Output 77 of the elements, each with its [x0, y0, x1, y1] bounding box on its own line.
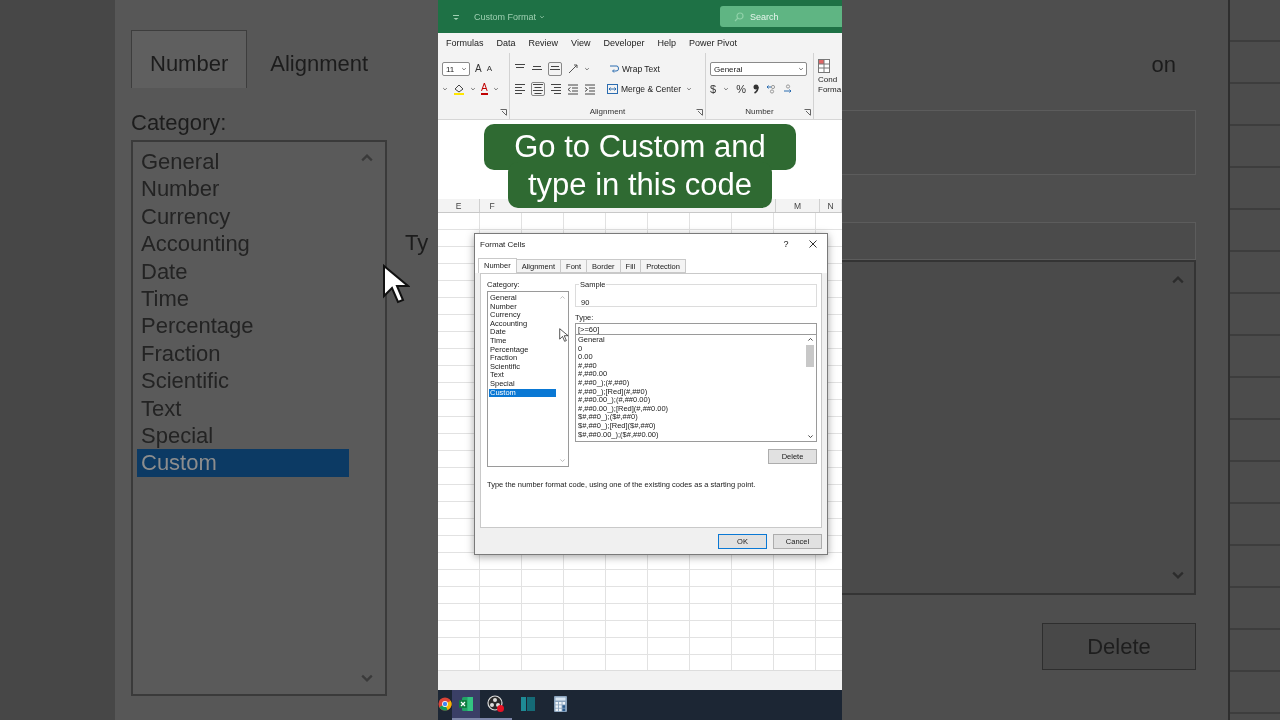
column-header[interactable]: E: [438, 199, 480, 212]
dialog-title: Format Cells: [480, 239, 527, 249]
category-item: Number: [140, 175, 221, 203]
menu-tab[interactable]: View: [571, 38, 591, 48]
font-color-button[interactable]: A: [481, 83, 488, 95]
tab-label: Alignment: [269, 50, 370, 78]
category-item: Percentage: [140, 312, 255, 340]
caret-icon: [723, 86, 730, 92]
document-title[interactable]: Custom Format: [474, 11, 545, 22]
number-format-field[interactable]: General: [710, 62, 807, 76]
conditional-format-icon[interactable]: [818, 59, 830, 73]
category-item: Custom: [137, 449, 349, 477]
category-label: Category:: [131, 110, 228, 136]
scroll-down-icon[interactable]: [806, 433, 814, 440]
group-label: Number: [745, 107, 774, 116]
caret-icon: [442, 86, 448, 92]
quick-access-icon[interactable]: [452, 12, 460, 21]
menu-tab[interactable]: Developer: [603, 38, 645, 48]
align-center-icon[interactable]: [532, 83, 544, 95]
caret-icon: [584, 66, 590, 72]
menu-tab[interactable]: Help: [657, 38, 676, 48]
currency-button[interactable]: $: [710, 83, 717, 95]
comma-style-icon[interactable]: [752, 84, 759, 94]
conditional-format-label[interactable]: Cond Forma: [818, 75, 842, 95]
type-label: Ty: [405, 230, 429, 256]
category-item: Date: [140, 257, 189, 286]
align-left-icon[interactable]: [514, 83, 526, 95]
caret-icon: [539, 13, 545, 20]
caret-icon: [686, 86, 692, 92]
fill-color-icon[interactable]: [453, 83, 465, 95]
shrink-font-button[interactable]: A: [486, 65, 492, 73]
pointer-icon: [559, 328, 569, 342]
column-header[interactable]: M: [776, 199, 820, 212]
category-item: Accounting: [140, 230, 251, 258]
decrease-indent-icon[interactable]: [567, 83, 579, 95]
browser-icon[interactable]: [438, 696, 452, 712]
tab-label: Number: [131, 30, 248, 88]
merge-center-button[interactable]: Merge & Center: [607, 84, 681, 94]
category-item: Scientific: [140, 367, 231, 395]
category-item: Special: [140, 422, 215, 450]
search-icon: [734, 11, 744, 22]
menu-tab[interactable]: Data: [496, 38, 516, 48]
dialog-launcher-icon[interactable]: [500, 109, 507, 116]
grow-font-button[interactable]: A: [475, 64, 482, 74]
dialog-launcher-icon[interactable]: [696, 109, 703, 116]
category-item: Text: [140, 394, 183, 423]
scroll-up-icon[interactable]: [806, 336, 814, 343]
wrap-icon: [609, 64, 619, 74]
pointer-icon: [382, 264, 410, 304]
caret-icon: [492, 86, 499, 92]
scroll-thumb[interactable]: [806, 345, 814, 367]
panel-icon[interactable]: [520, 696, 536, 712]
dialog-launcher-icon[interactable]: [804, 109, 811, 116]
wrap-text-button[interactable]: Wrap Text: [609, 64, 660, 74]
category-item: General: [140, 148, 221, 176]
group-label: Alignment: [589, 107, 626, 116]
close-icon[interactable]: [809, 240, 817, 248]
caret-icon: [798, 66, 804, 72]
percent-button[interactable]: %: [736, 83, 746, 95]
column-header[interactable]: F: [480, 199, 504, 212]
help-button[interactable]: ?: [771, 239, 801, 249]
increase-indent-icon[interactable]: [584, 83, 596, 95]
menu-tab[interactable]: Review: [528, 38, 559, 48]
menu-tab[interactable]: Formulas: [446, 38, 484, 48]
align-right-icon[interactable]: [550, 83, 562, 95]
font-size-field[interactable]: 11: [442, 62, 470, 76]
calculator-icon[interactable]: [553, 696, 567, 712]
orientation-icon[interactable]: [567, 63, 579, 75]
search-placeholder: Search: [750, 11, 779, 22]
recorder-icon[interactable]: [487, 695, 505, 713]
category-item: Fraction: [140, 339, 222, 368]
menu-tab[interactable]: Power Pivot: [688, 38, 737, 48]
caret-icon: [461, 66, 467, 72]
spreadsheet-app-icon[interactable]: [458, 696, 474, 712]
merge-icon: [607, 84, 618, 94]
category-item: Currency: [140, 202, 232, 231]
caret-icon: [470, 86, 476, 92]
